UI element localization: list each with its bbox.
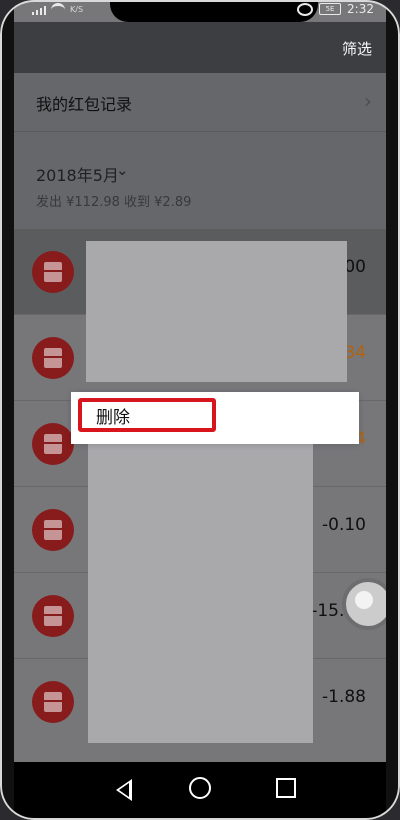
right-bezel (386, 0, 400, 820)
eye-comfort-icon (297, 2, 314, 16)
android-navigation-bar (14, 762, 386, 820)
delete-button[interactable]: 删除 (78, 398, 216, 432)
phone-frame: K/S 5E 2:32 筛选 我的红包记录 › 2018年5月 ⌄ 发出 ¥11… (0, 0, 400, 820)
status-time: 2:32 (347, 2, 374, 16)
battery-level: 5E (325, 5, 335, 13)
blurred-panel-bottom (88, 444, 313, 743)
wifi-icon (51, 3, 65, 16)
battery-icon: 5E (319, 3, 342, 15)
floating-assistive-button[interactable] (342, 578, 386, 630)
app-screen: K/S 5E 2:32 筛选 我的红包记录 › 2018年5月 ⌄ 发出 ¥11… (14, 0, 386, 820)
blurred-panel-top (86, 241, 347, 382)
status-bar: K/S 5E 2:32 (14, 0, 386, 22)
context-menu: 删除 (71, 392, 359, 444)
recent-square-icon[interactable] (276, 778, 296, 798)
status-right: 5E 2:32 (297, 2, 374, 16)
network-speed: K/S (70, 5, 84, 14)
status-left: K/S (32, 3, 83, 16)
home-circle-icon[interactable] (189, 777, 211, 799)
signal-icon (32, 4, 46, 15)
left-bezel (0, 0, 14, 820)
back-triangle-icon[interactable] (116, 779, 132, 801)
